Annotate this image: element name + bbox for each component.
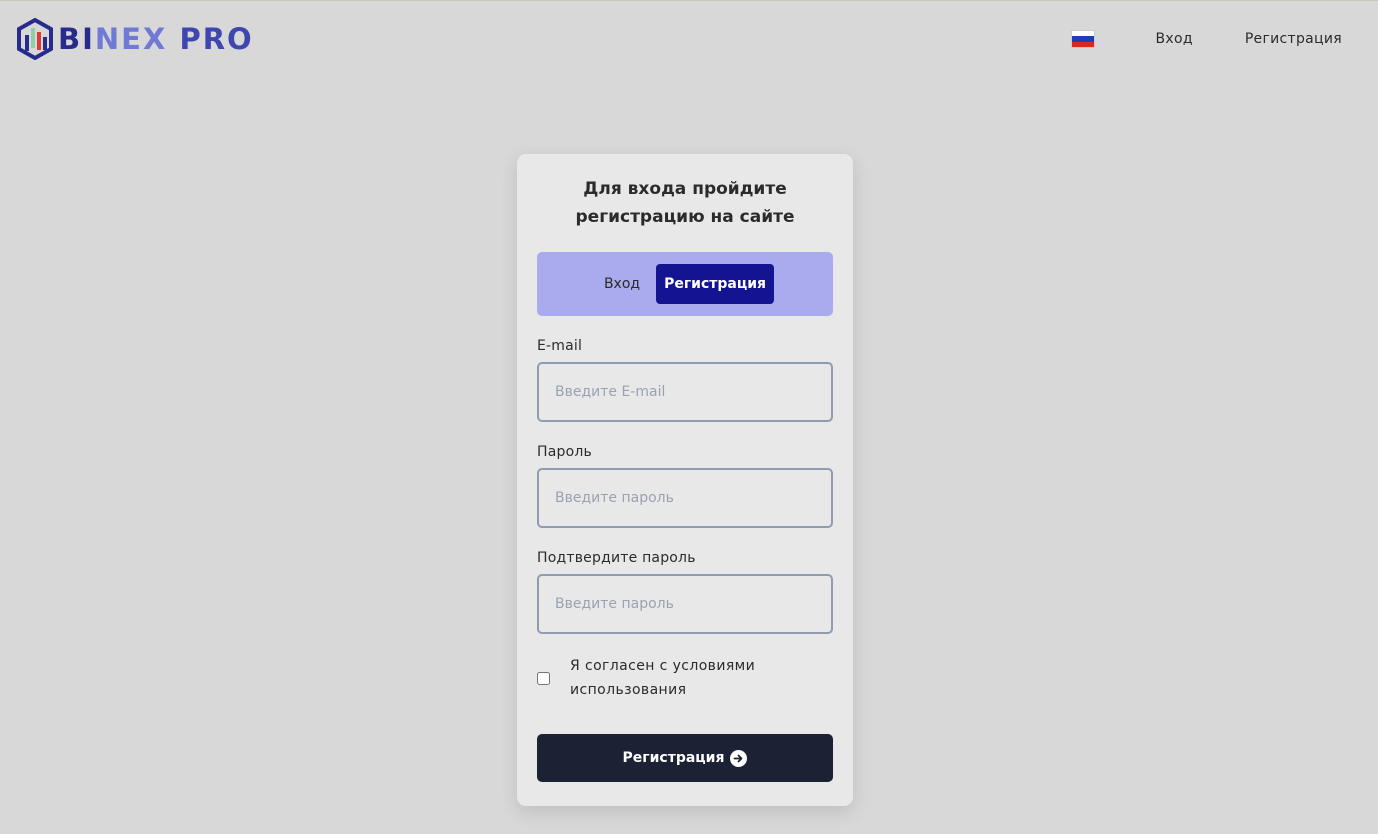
russia-flag-icon[interactable] — [1071, 30, 1096, 48]
confirm-password-input[interactable] — [537, 574, 833, 634]
terms-agreement: Я согласен с условиями использования — [537, 654, 833, 702]
auth-tabs: Вход Регистрация — [537, 252, 833, 316]
terms-checkbox[interactable] — [537, 671, 550, 685]
email-label: E-mail — [537, 338, 583, 354]
nav-register-link[interactable]: Регистрация — [1245, 31, 1342, 47]
registration-card: Для входа пройдите регистрацию на сайте … — [517, 154, 853, 806]
arrow-right-circle-icon — [730, 749, 748, 767]
logo-mark-icon — [17, 18, 53, 60]
nav-login-link[interactable]: Вход — [1155, 31, 1192, 47]
top-nav: Вход Регистрация — [1071, 29, 1342, 49]
password-label: Пароль — [537, 444, 592, 460]
terms-label: Я согласен с условиями использования — [570, 658, 756, 698]
confirm-password-field-group: Подтвердите пароль — [537, 550, 833, 634]
email-field-group: E-mail — [537, 338, 833, 422]
confirm-password-label: Подтвердите пароль — [537, 550, 696, 566]
form-title: Для входа пройдите регистрацию на сайте — [575, 179, 795, 227]
register-submit-button[interactable]: Регистрация — [537, 734, 833, 782]
brand-logo[interactable]: BINEX PRO — [16, 18, 254, 60]
submit-label: Регистрация — [622, 750, 725, 766]
tab-register[interactable]: Регистрация — [656, 264, 775, 304]
password-input[interactable] — [537, 468, 833, 528]
tab-login[interactable]: Вход — [596, 264, 648, 304]
brand-name: BINEX PRO — [58, 22, 254, 56]
email-input[interactable] — [537, 362, 833, 422]
password-field-group: Пароль — [537, 444, 833, 528]
